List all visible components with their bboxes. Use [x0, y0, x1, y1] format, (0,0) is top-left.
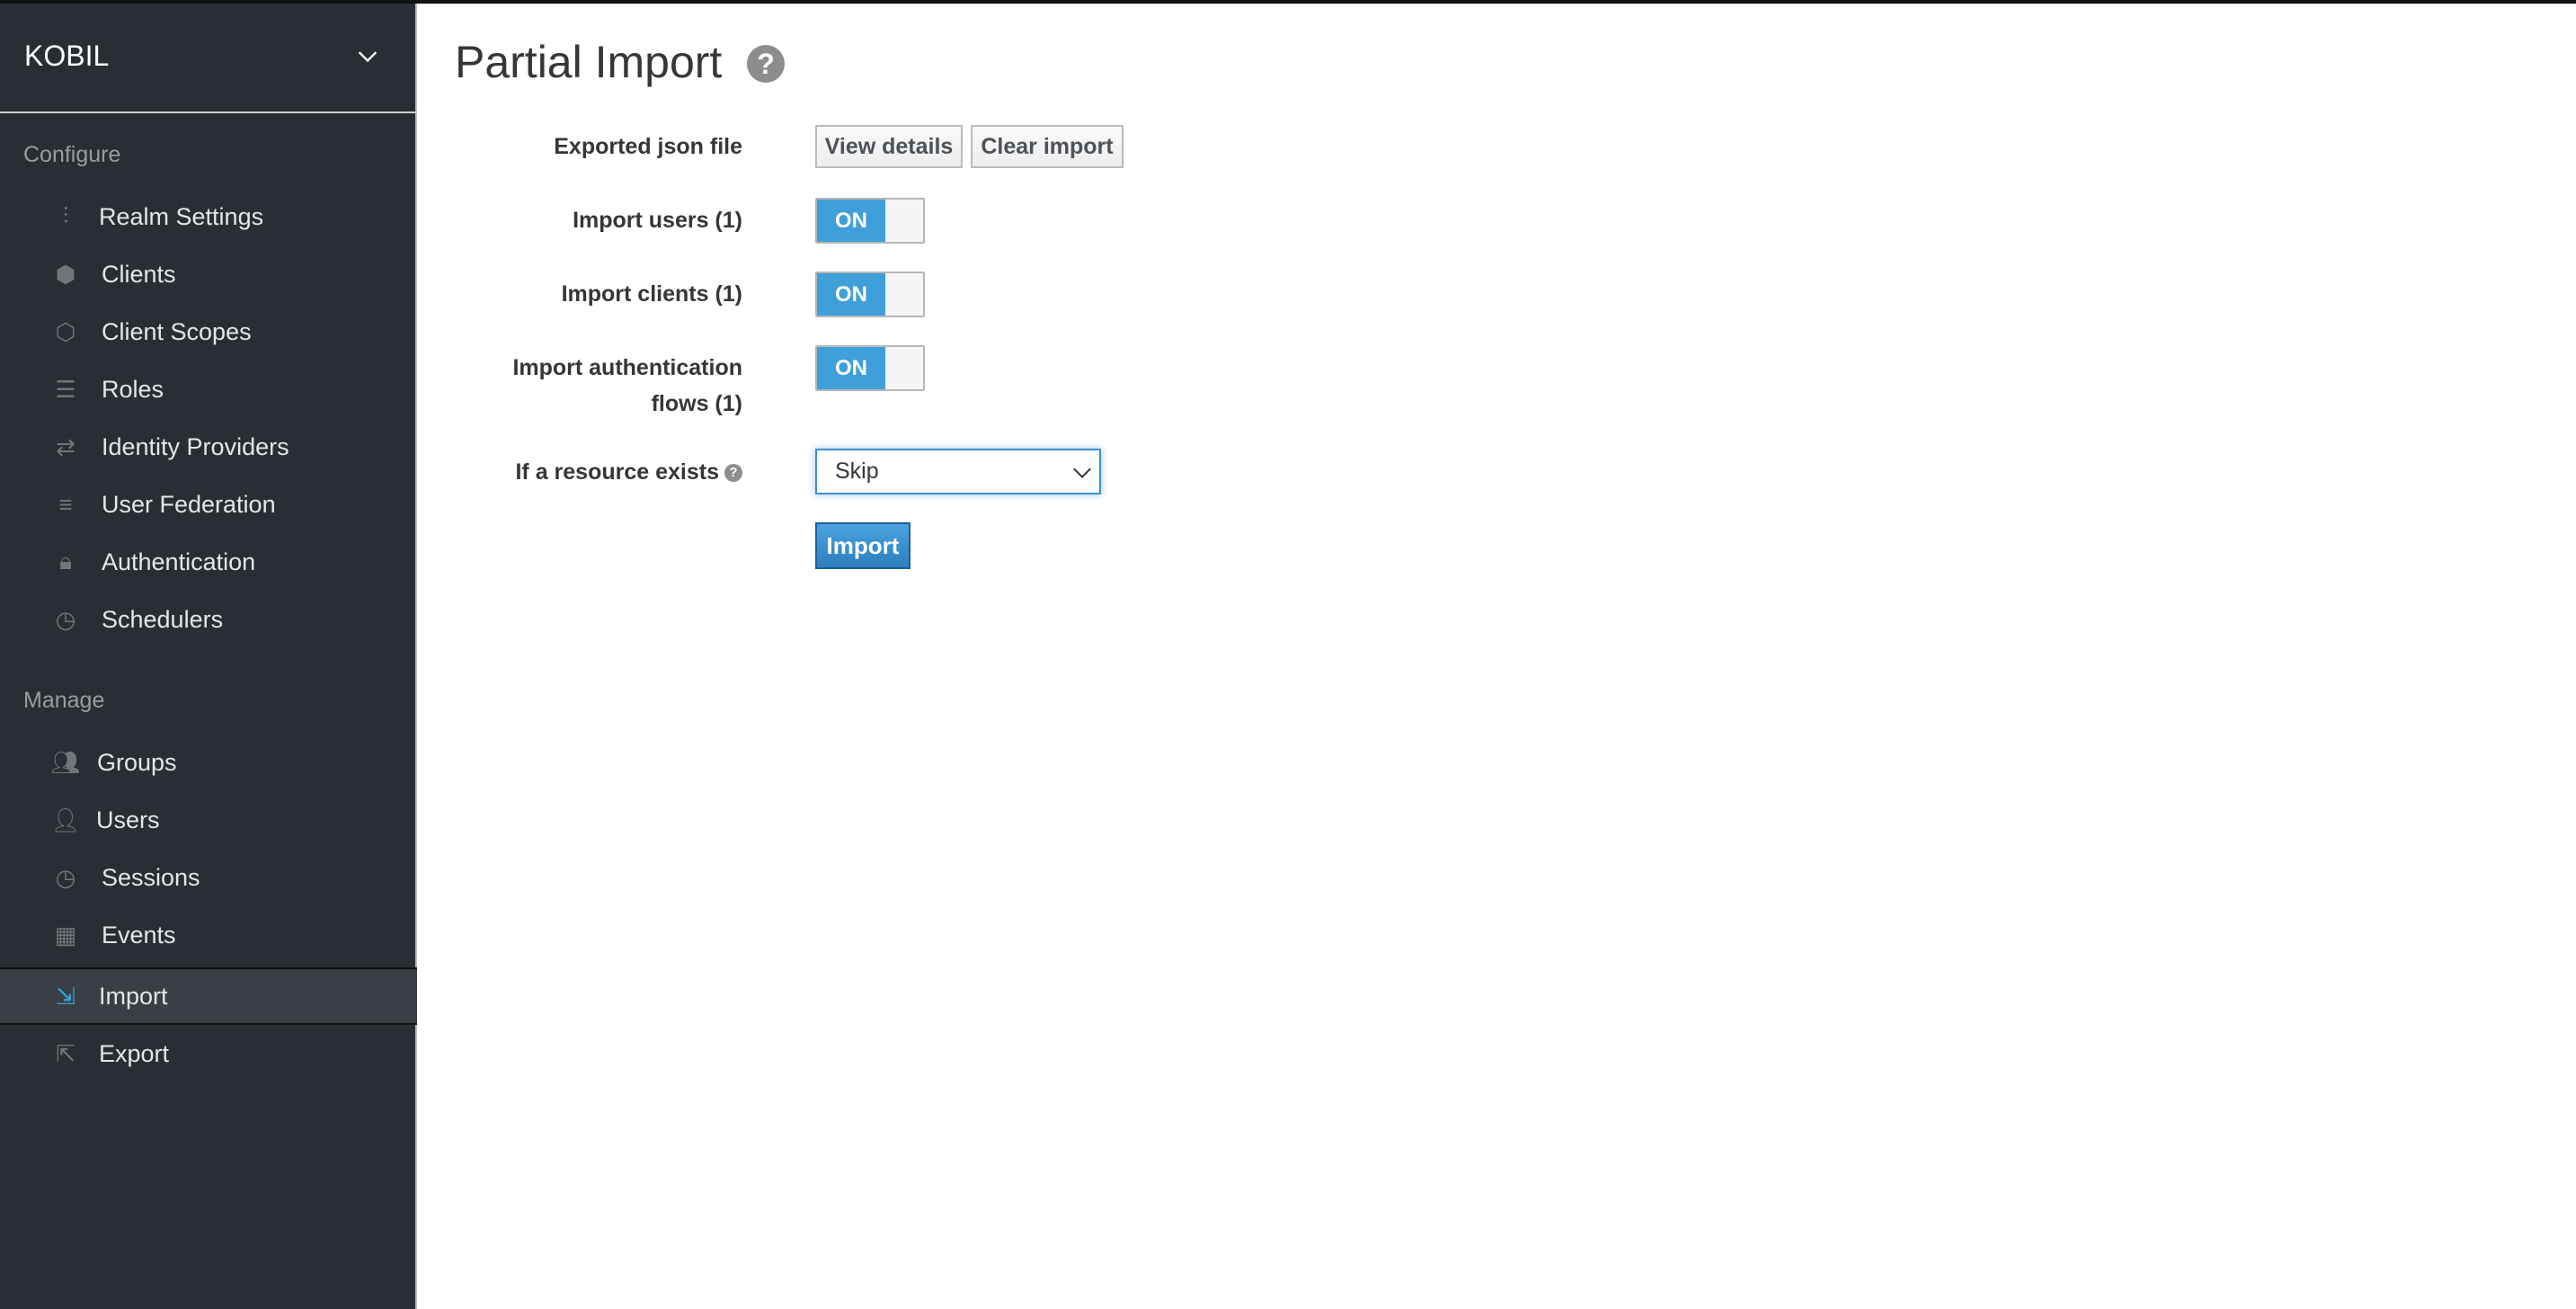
- cube-icon: ⬢: [55, 260, 76, 288]
- sidebar-item-label: Events: [102, 921, 176, 948]
- sidebar-item-users[interactable]: 👤︎ Users: [0, 793, 417, 847]
- toggle-state: ON: [817, 200, 885, 242]
- select-value: Skip: [835, 459, 879, 484]
- page-title: Partial Import: [455, 37, 723, 87]
- import-users-toggle[interactable]: ON: [815, 198, 925, 244]
- sidebar-item-label: Groups: [97, 748, 177, 776]
- toggle-knob: [885, 347, 923, 389]
- sidebar-item-label: Clients: [102, 260, 176, 288]
- chevron-down-icon[interactable]: [358, 43, 378, 63]
- label-line: Import authentication: [512, 355, 742, 380]
- sidebar-item-label: Client Scopes: [102, 317, 252, 345]
- sidebar-item-label: Users: [96, 806, 160, 833]
- label-text: If a resource exists: [515, 459, 719, 485]
- sidebar-item-label: Schedulers: [102, 605, 224, 633]
- sidebar-item-user-federation[interactable]: ≡ User Federation: [0, 477, 417, 531]
- import-icon: ⇲: [56, 982, 76, 1010]
- view-details-button[interactable]: View details: [815, 125, 963, 168]
- chevron-down-icon: [1073, 460, 1091, 478]
- database-icon: ≡: [58, 490, 73, 518]
- import-button[interactable]: Import: [815, 522, 910, 569]
- sliders-icon: ⫶: [62, 202, 69, 229]
- list-icon: ☰: [55, 375, 76, 403]
- exchange-icon: ⇄: [56, 432, 76, 460]
- exported-json-label: Exported json file: [554, 134, 742, 159]
- section-configure: Configure: [23, 142, 121, 167]
- clock-icon: ◷: [55, 605, 76, 633]
- sidebar-item-label: Identity Providers: [102, 432, 289, 460]
- realm-name[interactable]: KOBIL: [24, 40, 109, 73]
- sidebar-item-label: Sessions: [102, 863, 200, 891]
- label-line: flows (1): [651, 391, 742, 416]
- sidebar-item-import[interactable]: ⇲ Import: [0, 967, 417, 1025]
- users-icon: 👥︎: [50, 748, 81, 776]
- sidebar-item-identity-providers[interactable]: ⇄ Identity Providers: [0, 420, 417, 474]
- toggle-state: ON: [817, 273, 885, 316]
- sidebar-item-label: Authentication: [102, 548, 256, 575]
- sidebar-item-sessions[interactable]: ◷ Sessions: [0, 850, 417, 904]
- sidebar-item-clients[interactable]: ⬢ Clients: [0, 247, 417, 301]
- import-auth-flows-label: Import authentication flows (1): [437, 350, 742, 422]
- sidebar-item-label: Export: [99, 1039, 170, 1067]
- clock-icon: ◷: [55, 863, 76, 891]
- sidebar-item-events[interactable]: ▦ Events: [0, 908, 417, 962]
- import-users-label: Import users (1): [573, 208, 742, 233]
- clear-import-button[interactable]: Clear import: [971, 125, 1124, 168]
- export-icon: ⇱: [56, 1039, 76, 1067]
- import-clients-label: Import clients (1): [561, 281, 742, 307]
- sidebar-item-schedulers[interactable]: ◷ Schedulers: [0, 592, 417, 646]
- lock-icon: 🔒︎: [59, 548, 72, 574]
- sidebar-item-label: Import: [99, 982, 168, 1010]
- resource-exists-label: If a resource exists?: [437, 454, 742, 490]
- help-icon[interactable]: ?: [724, 464, 742, 483]
- help-icon[interactable]: ?: [747, 45, 785, 83]
- toggle-knob: [885, 273, 923, 316]
- sidebar-item-realm-settings[interactable]: ⫶ Realm Settings: [0, 190, 417, 244]
- toggle-state: ON: [817, 347, 885, 389]
- import-auth-flows-toggle[interactable]: ON: [815, 345, 925, 391]
- section-manage: Manage: [23, 688, 105, 713]
- sidebar-item-roles[interactable]: ☰ Roles: [0, 362, 417, 416]
- resource-exists-select[interactable]: Skip: [815, 449, 1101, 494]
- sidebar-item-client-scopes[interactable]: ⬡ Client Scopes: [0, 305, 417, 359]
- toggle-knob: [885, 200, 923, 242]
- sidebar-item-label: User Federation: [102, 490, 276, 518]
- sidebar-item-export[interactable]: ⇱ Export: [0, 1027, 417, 1081]
- sidebar-item-authentication[interactable]: 🔒︎ Authentication: [0, 535, 417, 589]
- divider: [0, 111, 417, 113]
- main-content: Partial Import ? Exported json file View…: [419, 4, 2576, 1309]
- sidebar-item-groups[interactable]: 👥︎ Groups: [0, 735, 417, 789]
- sidebar: KOBIL Configure ⫶ Realm Settings ⬢ Clients…: [0, 4, 417, 1309]
- import-clients-toggle[interactable]: ON: [815, 272, 925, 317]
- user-icon: 👤︎: [50, 806, 81, 833]
- sidebar-item-label: Realm Settings: [99, 202, 264, 230]
- sidebar-item-label: Roles: [102, 375, 164, 403]
- cubes-icon: ⬡: [55, 317, 76, 345]
- calendar-icon: ▦: [54, 921, 77, 948]
